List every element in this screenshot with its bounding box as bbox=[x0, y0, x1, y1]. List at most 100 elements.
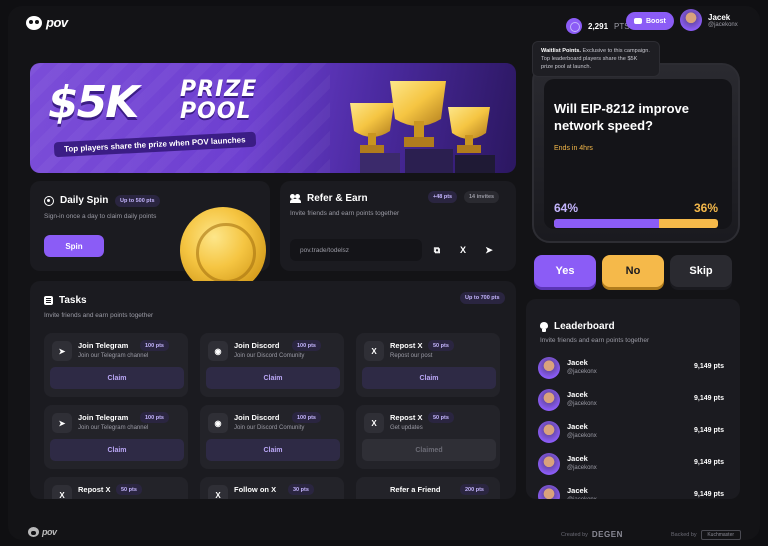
points-coin-icon bbox=[566, 18, 582, 34]
discord-icon: ◉ bbox=[208, 413, 228, 433]
claim-button[interactable]: Claim bbox=[206, 439, 340, 461]
leaderboard-name: Jacek bbox=[567, 486, 588, 495]
task-desc: Repost our post bbox=[390, 353, 433, 359]
task-name: Join Telegram bbox=[78, 341, 129, 350]
vote-no-button[interactable]: No bbox=[602, 255, 664, 287]
leaderboard-handle: @jacekonx bbox=[567, 465, 597, 471]
discord-icon: ◉ bbox=[208, 341, 228, 361]
task-name: Join Telegram bbox=[78, 413, 129, 422]
user-handle: @jacekonx bbox=[708, 21, 738, 28]
task-card: X Repost X 50 pts bbox=[44, 477, 188, 499]
x-icon: X bbox=[52, 485, 72, 499]
banner-subtitle: Top players share the prize when POV lau… bbox=[53, 131, 256, 158]
claim-button[interactable]: Claim bbox=[206, 367, 340, 389]
trophy-illustration bbox=[350, 81, 495, 173]
vote-yes-button[interactable]: Yes bbox=[534, 255, 596, 287]
prediction-poll: Will EIP-8212 improve network speed? End… bbox=[532, 63, 740, 289]
points-value: 2,291 bbox=[588, 21, 609, 31]
copy-icon[interactable]: ⧉ bbox=[426, 239, 448, 261]
backer-logo[interactable]: Kuchmaster bbox=[700, 530, 741, 540]
degen-logo[interactable]: DEGEN bbox=[592, 530, 623, 539]
boost-button[interactable]: Boost bbox=[626, 12, 674, 30]
x-icon: X bbox=[364, 341, 384, 361]
avatar bbox=[680, 9, 702, 31]
task-name: Follow on X bbox=[234, 485, 277, 494]
leaderboard-name: Jacek bbox=[567, 454, 588, 463]
leaderboard-points: 9,149 pts bbox=[694, 491, 724, 498]
tasks-desc: Invite friends and earn points together bbox=[44, 312, 154, 319]
task-name: Repost X bbox=[78, 485, 111, 494]
footer-pov-logo-icon bbox=[28, 527, 39, 537]
task-points-badge: 50 pts bbox=[116, 484, 142, 495]
avatar bbox=[538, 453, 560, 475]
poll-ends: Ends in 4hrs bbox=[554, 145, 593, 152]
leaderboard-row[interactable]: Jacek @jacekonx 9,149 pts bbox=[538, 387, 724, 415]
task-name: Repost X bbox=[390, 341, 423, 350]
task-desc: Join our Telegram channel bbox=[78, 425, 149, 431]
backed-by-label: Backed by bbox=[671, 532, 697, 538]
task-name: Repost X bbox=[390, 413, 423, 422]
leaderboard-name: Jacek bbox=[567, 358, 588, 367]
app-frame: pov 2,291 PTS Boost Jacek @jacekonx Wait… bbox=[8, 6, 760, 540]
referral-link-field[interactable]: pov.trade/todelsz bbox=[290, 239, 422, 261]
task-card: X Follow on X 30 pts bbox=[200, 477, 344, 499]
avatar bbox=[538, 357, 560, 379]
leaderboard-row[interactable]: Jacek @jacekonx 9,149 pts bbox=[538, 451, 724, 479]
pov-logo[interactable]: pov bbox=[26, 15, 68, 30]
task-card: X Repost X 50 pts Get updates Claimed bbox=[356, 405, 500, 469]
leaderboard-title-row: Leaderboard bbox=[540, 321, 615, 332]
task-card: ➤ Join Telegram 100 pts Join our Telegram c… bbox=[44, 333, 188, 397]
task-desc: Get updates bbox=[390, 425, 423, 431]
leaderboard-points: 9,149 pts bbox=[694, 363, 724, 370]
tooltip-title: Waitlist Points. bbox=[541, 48, 581, 54]
skip-button[interactable]: Skip bbox=[670, 255, 732, 287]
task-points-badge: 100 pts bbox=[140, 340, 169, 351]
leaderboard-points: 9,149 pts bbox=[694, 395, 724, 402]
task-points-badge: 100 pts bbox=[292, 340, 321, 351]
telegram-icon: ➤ bbox=[52, 413, 72, 433]
prize-word-2: POOL bbox=[180, 99, 252, 124]
task-desc: Join our Discord Comunity bbox=[234, 425, 305, 431]
spin-button[interactable]: Spin bbox=[44, 235, 104, 257]
telegram-share-icon[interactable]: ➤ bbox=[478, 239, 500, 261]
prize-pool-banner: $5K PRIZE POOL Top players share the pri… bbox=[30, 63, 516, 173]
task-name: Join Discord bbox=[234, 413, 280, 422]
pov-logo-icon bbox=[26, 15, 42, 30]
task-card: ◉ Join Discord 100 pts Join our Discord Com… bbox=[200, 405, 344, 469]
leaderboard-row[interactable]: Jacek @jacekonx 9,149 pts bbox=[538, 419, 724, 447]
bulb-icon bbox=[540, 321, 548, 332]
task-points-badge: 50 pts bbox=[428, 340, 454, 351]
refer-pts-badge: +48 pts bbox=[428, 191, 458, 203]
poll-result-bar bbox=[554, 219, 718, 228]
leaderboard-row[interactable]: Jacek @jacekonx 9,149 pts bbox=[538, 355, 724, 383]
backed-by: Backed by Kuchmaster bbox=[671, 530, 741, 540]
poll-question: Will EIP-8212 improve network speed? bbox=[554, 101, 689, 133]
footer-logo[interactable]: pov bbox=[28, 527, 57, 537]
avatar bbox=[538, 389, 560, 411]
task-points-badge: 100 pts bbox=[140, 412, 169, 423]
refer-title: Refer & Earn bbox=[307, 193, 368, 204]
claim-button[interactable]: Claim bbox=[50, 439, 184, 461]
claim-button[interactable]: Claim bbox=[50, 367, 184, 389]
daily-spin-title-row: Daily Spin bbox=[44, 195, 108, 206]
tasks-title: Tasks bbox=[59, 295, 87, 306]
task-desc: Join our Telegram channel bbox=[78, 353, 149, 359]
prize-amount: $5K bbox=[48, 77, 139, 128]
boost-label: Boost bbox=[646, 17, 666, 25]
task-points-badge: 200 pts bbox=[460, 484, 489, 495]
leaderboard-handle: @jacekonx bbox=[567, 401, 597, 407]
refer-title-row: Refer & Earn bbox=[290, 193, 368, 204]
boost-icon bbox=[634, 18, 642, 24]
claimed-button: Claimed bbox=[362, 439, 496, 461]
task-points-badge: 30 pts bbox=[288, 484, 314, 495]
user-menu[interactable]: Jacek @jacekonx bbox=[680, 9, 738, 31]
claim-button[interactable]: Claim bbox=[362, 367, 496, 389]
leaderboard-row[interactable]: Jacek @jacekonx 9,149 pts bbox=[538, 483, 724, 499]
tasks-badge: Up to 700 pts bbox=[460, 292, 505, 304]
points-balance[interactable]: 2,291 PTS bbox=[560, 14, 636, 38]
daily-spin-desc: Sign-in once a day to claim daily points bbox=[44, 213, 157, 220]
x-share-icon[interactable]: X bbox=[452, 239, 474, 261]
task-card: ➤ Join Telegram 100 pts Join our Telegram c… bbox=[44, 405, 188, 469]
task-points-badge: 50 pts bbox=[428, 412, 454, 423]
task-name: Refer a Friend bbox=[390, 485, 441, 494]
